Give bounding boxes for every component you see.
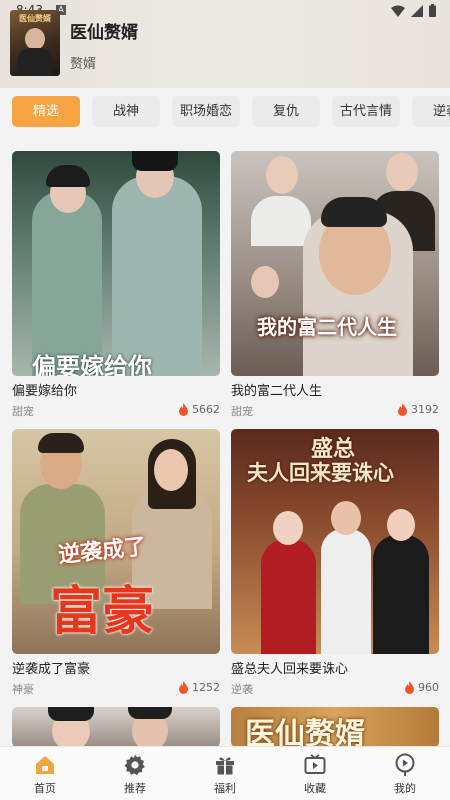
home-icon	[36, 756, 54, 774]
tab-ancient-romance[interactable]: 古代言情	[332, 96, 400, 127]
cover-title-text: 富豪	[50, 582, 155, 642]
bookmark-tv-icon	[304, 754, 326, 774]
status-bar: 8:43 A	[0, 0, 450, 22]
heat-count: 1252	[178, 681, 220, 694]
recent-watch-banner[interactable]: 8:43 A 医仙赘婿 医仙赘婿 赘婿	[0, 0, 450, 88]
heat-value: 960	[418, 681, 439, 694]
flame-icon	[405, 681, 414, 694]
cover-title-text: 偏要嫁给你	[32, 353, 152, 376]
drama-tag: 神豪	[12, 683, 34, 696]
nav-welfare-label: 福利	[214, 782, 236, 795]
drama-cover[interactable]: 医仙赘婿	[231, 707, 439, 747]
drama-cover[interactable]: 盛总 夫人回来要诛心	[231, 429, 439, 654]
drama-card[interactable]: 偏要嫁给你 偏要嫁给你 甜宠 5662	[12, 151, 220, 421]
heat-value: 5662	[192, 403, 220, 416]
drama-tag: 逆袭	[231, 683, 253, 696]
cover-title-text: 医仙赘婿	[245, 717, 365, 747]
heat-count: 5662	[178, 403, 220, 416]
cover-title-text: 夫人回来要诛心	[247, 461, 394, 485]
heat-value: 1252	[192, 681, 220, 694]
drama-title[interactable]: 逆袭成了富豪	[12, 658, 90, 677]
drama-card[interactable]: 盛总 夫人回来要诛心 盛总夫人回来要诛心 逆袭 960	[231, 429, 439, 699]
heat-value: 3192	[411, 403, 439, 416]
nav-profile[interactable]: 我的	[375, 753, 435, 796]
nav-home[interactable]: 首页	[15, 753, 75, 796]
tab-comeback[interactable]: 逆袭	[412, 96, 450, 127]
nav-favorites-label: 收藏	[304, 782, 326, 795]
drama-title[interactable]: 偏要嫁给你	[12, 380, 77, 399]
nav-recommend-label: 推荐	[124, 782, 146, 795]
tab-war-god[interactable]: 战神	[92, 96, 160, 127]
nav-home-label: 首页	[34, 782, 56, 795]
recent-title: 医仙赘婿	[70, 23, 138, 43]
recent-poster-thumbnail[interactable]: 医仙赘婿	[10, 10, 60, 76]
nav-welfare[interactable]: 福利	[195, 753, 255, 796]
tab-featured[interactable]: 精选	[12, 96, 80, 127]
drama-title[interactable]: 盛总夫人回来要诛心	[231, 658, 348, 677]
gift-icon	[216, 757, 234, 775]
flame-icon	[179, 403, 188, 416]
gear-icon	[124, 754, 145, 776]
heat-count: 3192	[397, 403, 439, 416]
tab-revenge[interactable]: 复仇	[252, 96, 320, 127]
nav-favorites[interactable]: 收藏	[285, 753, 345, 796]
drama-tag: 甜宠	[231, 405, 253, 418]
battery-icon	[429, 4, 436, 17]
drama-cover[interactable]: 我的富二代人生	[231, 151, 439, 376]
app-root: 8:43 A 医仙赘婿 医仙赘婿 赘婿 精选 战神 职场婚恋 复仇 古代言情 逆…	[0, 0, 450, 800]
status-icons	[391, 4, 436, 17]
drama-card[interactable]: 医仙赘婿	[231, 707, 439, 747]
drama-cover[interactable]: 逆袭成了 富豪	[12, 429, 220, 654]
cover-title-text: 我的富二代人生	[257, 315, 397, 339]
heat-count: 960	[404, 681, 439, 694]
signal-icon	[411, 4, 423, 17]
wifi-icon	[391, 5, 405, 17]
drama-card[interactable]	[12, 707, 220, 747]
flame-icon	[398, 403, 407, 416]
recent-subtitle: 赘婿	[70, 57, 97, 72]
drama-cover[interactable]: 偏要嫁给你	[12, 151, 220, 376]
nav-profile-label: 我的	[394, 782, 416, 795]
recent-poster-text: 医仙赘婿	[19, 14, 51, 23]
profile-icon	[395, 753, 415, 776]
bottom-navigation: 首页 推荐 福利 收藏 我的	[0, 746, 450, 800]
flame-icon	[179, 681, 188, 694]
drama-cover[interactable]	[12, 707, 220, 747]
drama-tag: 甜宠	[12, 405, 34, 418]
drama-card[interactable]: 逆袭成了 富豪 逆袭成了富豪 神豪 1252	[12, 429, 220, 699]
nav-recommend[interactable]: 推荐	[105, 753, 165, 796]
tab-workplace-romance[interactable]: 职场婚恋	[172, 96, 240, 127]
drama-card[interactable]: 我的富二代人生 我的富二代人生 甜宠 3192	[231, 151, 439, 421]
drama-title[interactable]: 我的富二代人生	[231, 380, 322, 399]
category-tabs: 精选 战神 职场婚恋 复仇 古代言情 逆袭	[0, 96, 450, 128]
